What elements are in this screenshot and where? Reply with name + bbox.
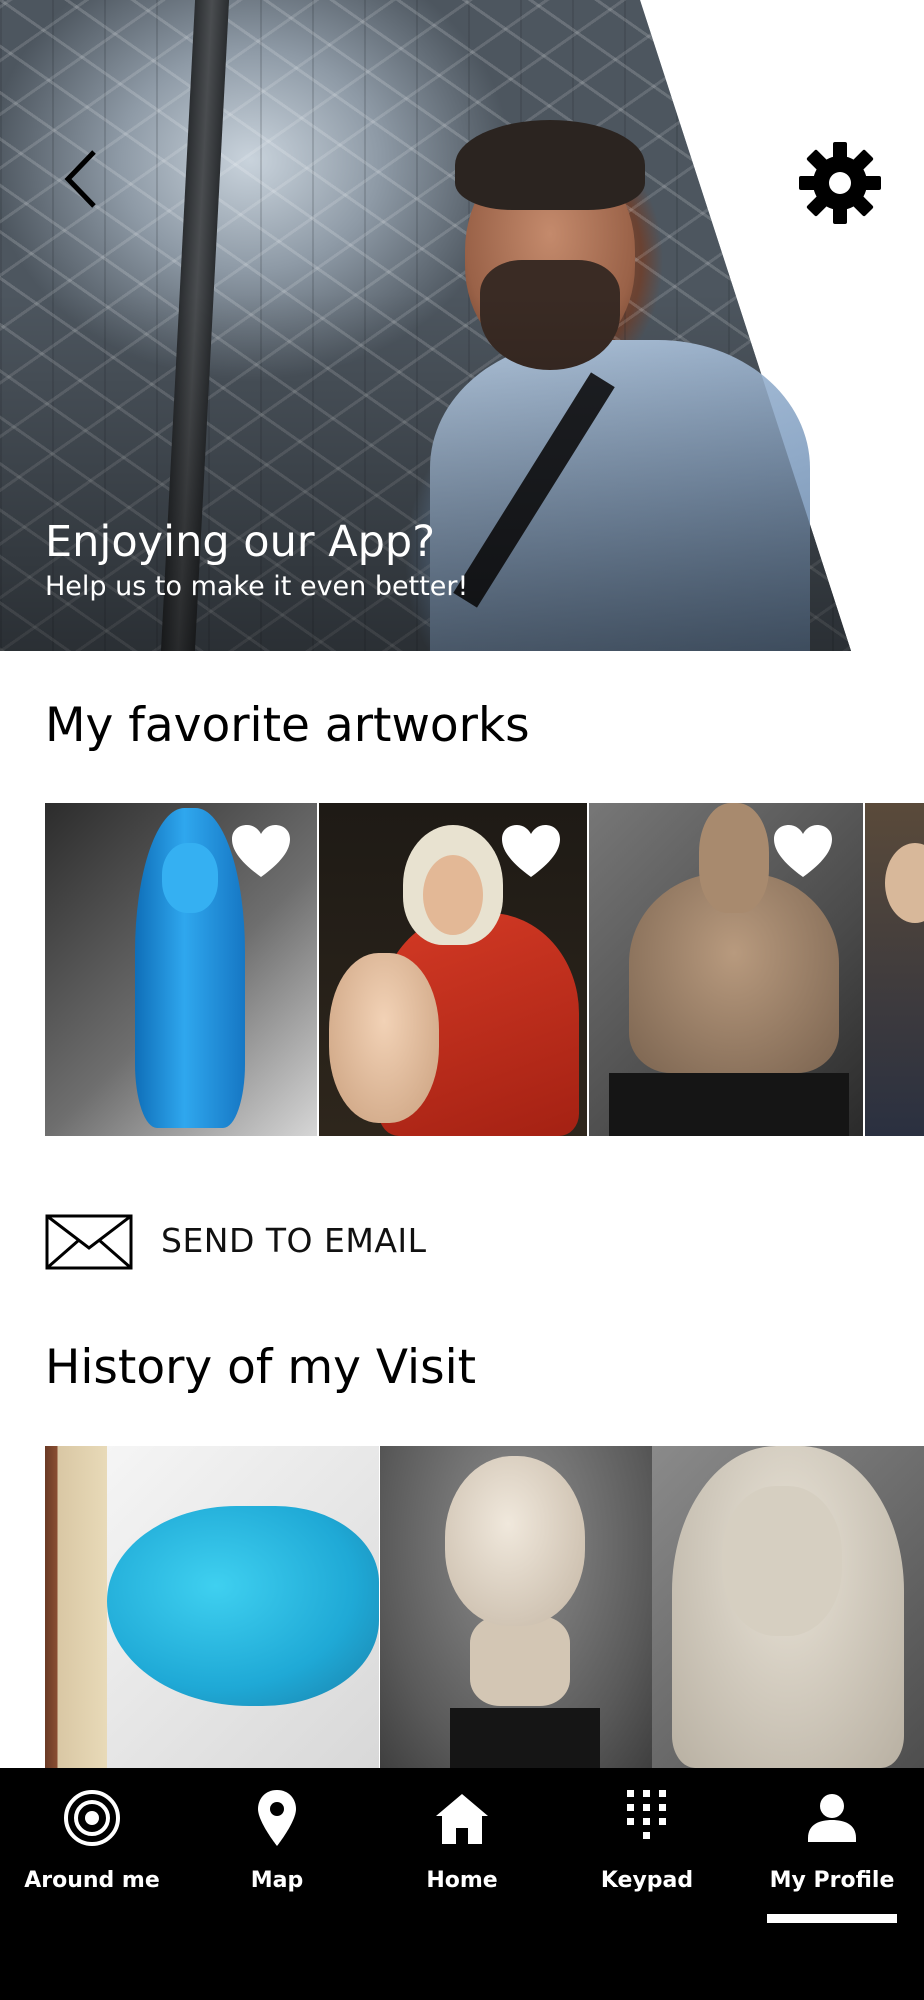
settings-button[interactable]	[797, 140, 883, 226]
artwork-image	[885, 843, 924, 923]
artwork-image	[107, 1506, 379, 1706]
artwork-detail	[470, 1616, 570, 1706]
send-to-email-label: SEND TO EMAIL	[161, 1221, 427, 1260]
favorite-toggle-button[interactable]	[772, 823, 834, 879]
history-artwork-card[interactable]	[652, 1446, 924, 1768]
favorite-artwork-card[interactable]	[865, 803, 924, 1136]
history-artwork-card[interactable]	[45, 1446, 107, 1768]
history-artwork-card[interactable]	[380, 1446, 652, 1768]
nav-label: Home	[426, 1868, 498, 1893]
favorite-toggle-button[interactable]	[500, 823, 562, 879]
hero-subtitle: Help us to make it even better!	[45, 571, 469, 602]
artwork-image	[445, 1456, 585, 1626]
nav-label: Keypad	[600, 1868, 694, 1893]
heart-icon	[774, 825, 832, 877]
heart-icon	[502, 825, 560, 877]
keypad-icon	[627, 1790, 666, 1839]
nav-label: Map	[250, 1868, 304, 1893]
hero-banner[interactable]: Enjoying our App? Help us to make it eve…	[0, 0, 924, 651]
nav-item-keypad[interactable]: Keypad	[555, 1768, 739, 2000]
envelope-icon	[45, 1214, 133, 1270]
nav-label: My Profile	[769, 1868, 895, 1893]
favorites-carousel[interactable]	[45, 803, 924, 1136]
active-tab-indicator	[767, 1914, 897, 1923]
favorites-title: My favorite artworks	[45, 698, 530, 753]
artwork-detail	[162, 843, 218, 913]
artwork-detail	[609, 1073, 849, 1136]
history-artwork-card[interactable]	[107, 1446, 379, 1768]
send-to-email-button[interactable]: SEND TO EMAIL	[45, 1210, 465, 1270]
nav-item-map[interactable]: Map	[185, 1768, 369, 2000]
target-icon	[64, 1790, 120, 1846]
history-title: History of my Visit	[45, 1340, 477, 1395]
artwork-detail	[450, 1708, 600, 1768]
nav-label: Around me	[24, 1868, 160, 1893]
nav-item-my-profile[interactable]: My Profile	[740, 1768, 924, 2000]
nav-item-home[interactable]: Home	[370, 1768, 554, 2000]
gear-icon	[799, 142, 881, 224]
map-pin-icon	[258, 1790, 296, 1846]
artwork-detail	[699, 803, 769, 913]
artwork-detail	[329, 953, 439, 1123]
home-icon	[436, 1794, 488, 1844]
favorite-toggle-button[interactable]	[230, 823, 292, 879]
nav-item-around-me[interactable]: Around me	[0, 1768, 184, 2000]
user-icon	[808, 1794, 856, 1842]
history-carousel[interactable]	[45, 1446, 924, 1768]
back-button[interactable]	[58, 148, 106, 210]
chevron-left-icon	[64, 150, 96, 208]
artwork-detail	[423, 855, 483, 935]
bottom-navigation: Around me Map Home Keypad My Profile	[0, 1768, 924, 2000]
artwork-detail	[722, 1486, 842, 1636]
hero-title: Enjoying our App?	[45, 517, 436, 567]
heart-icon	[232, 825, 290, 877]
